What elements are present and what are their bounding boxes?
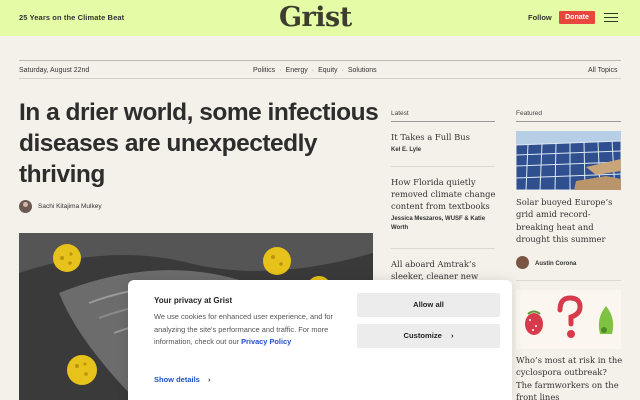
featured-item-title[interactable]: Solar buoyed Europe’s grid amid record-b… [516, 196, 624, 246]
topic-nav: Politics · Energy · Equity · Solutions [253, 67, 377, 74]
featured-separator [516, 280, 621, 281]
featured-rule [516, 121, 621, 122]
current-date: Saturday, August 22nd [19, 67, 90, 74]
cookie-body: We use cookies for enhanced user experie… [154, 311, 344, 349]
cookie-title: Your privacy at Grist [154, 296, 233, 305]
privacy-policy-link[interactable]: Privacy Policy [241, 337, 291, 346]
featured-image-solar[interactable] [516, 131, 621, 190]
solar-panels-illustration [516, 131, 621, 190]
featured-image-cyclospora[interactable] [516, 290, 621, 349]
latest-separator [391, 248, 495, 249]
nav-item-equity[interactable]: Equity [318, 67, 337, 74]
article-headline[interactable]: In a drier world, some infectious diseas… [19, 97, 379, 190]
nav-separator: · [341, 67, 344, 74]
nav-item-energy[interactable]: Energy [286, 67, 308, 74]
hamburger-icon[interactable] [604, 13, 618, 22]
customize-label: Customize [403, 331, 442, 340]
follow-link[interactable]: Follow [528, 13, 552, 22]
chevron-right-icon: › [451, 331, 454, 340]
featured-heading: Featured [516, 110, 543, 117]
produce-illustration [516, 290, 621, 349]
latest-item[interactable]: It Takes a Full Bus Kel E. Lyle [391, 131, 497, 155]
latest-item-title[interactable]: It Takes a Full Bus [391, 131, 497, 143]
latest-item-title[interactable]: How Florida quietly removed climate chan… [391, 176, 497, 212]
nav-divider-top [19, 60, 621, 61]
author-avatar[interactable] [19, 200, 32, 213]
featured-item-title[interactable]: Who’s most at risk in the cyclospora out… [516, 354, 624, 400]
grist-logo[interactable]: Grist [279, 2, 352, 33]
latest-rule [391, 121, 495, 122]
all-topics-link[interactable]: All Topics [588, 67, 617, 74]
latest-item[interactable]: How Florida quietly removed climate chan… [391, 176, 497, 233]
nav-item-solutions[interactable]: Solutions [348, 67, 377, 74]
nav-separator: · [279, 67, 282, 74]
latest-separator [391, 166, 495, 167]
show-details-label: Show details [154, 375, 200, 384]
nav-divider-bottom [19, 78, 621, 79]
site-tagline[interactable]: 25 Years on the Climate Beat [19, 13, 124, 22]
show-details-link[interactable]: Show details › [154, 375, 210, 384]
donate-button[interactable]: Donate [559, 11, 595, 24]
nav-separator: · [311, 67, 315, 74]
top-bar: 25 Years on the Climate Beat Grist Follo… [0, 0, 640, 36]
nav-item-politics[interactable]: Politics [253, 67, 275, 74]
latest-item[interactable]: All aboard Amtrak’s sleeker, cleaner new [391, 258, 497, 282]
latest-item-byline: Kel E. Lyle [391, 147, 422, 153]
chevron-right-icon: › [207, 375, 211, 384]
featured-author-name[interactable]: Austin Corona [535, 261, 576, 267]
cookie-banner: Your privacy at Grist We use cookies for… [128, 280, 512, 400]
latest-item-byline: Jessica Meszaros, WUSF & Katie Worth [391, 216, 486, 231]
customize-button[interactable]: Customize › [357, 324, 500, 348]
featured-author-avatar[interactable] [516, 256, 529, 269]
latest-heading: Latest [391, 110, 409, 117]
latest-item-title[interactable]: All aboard Amtrak’s sleeker, cleaner new [391, 258, 497, 282]
allow-all-button[interactable]: Allow all [357, 293, 500, 317]
author-name[interactable]: Sachi Kitajima Mulkey [38, 203, 102, 210]
